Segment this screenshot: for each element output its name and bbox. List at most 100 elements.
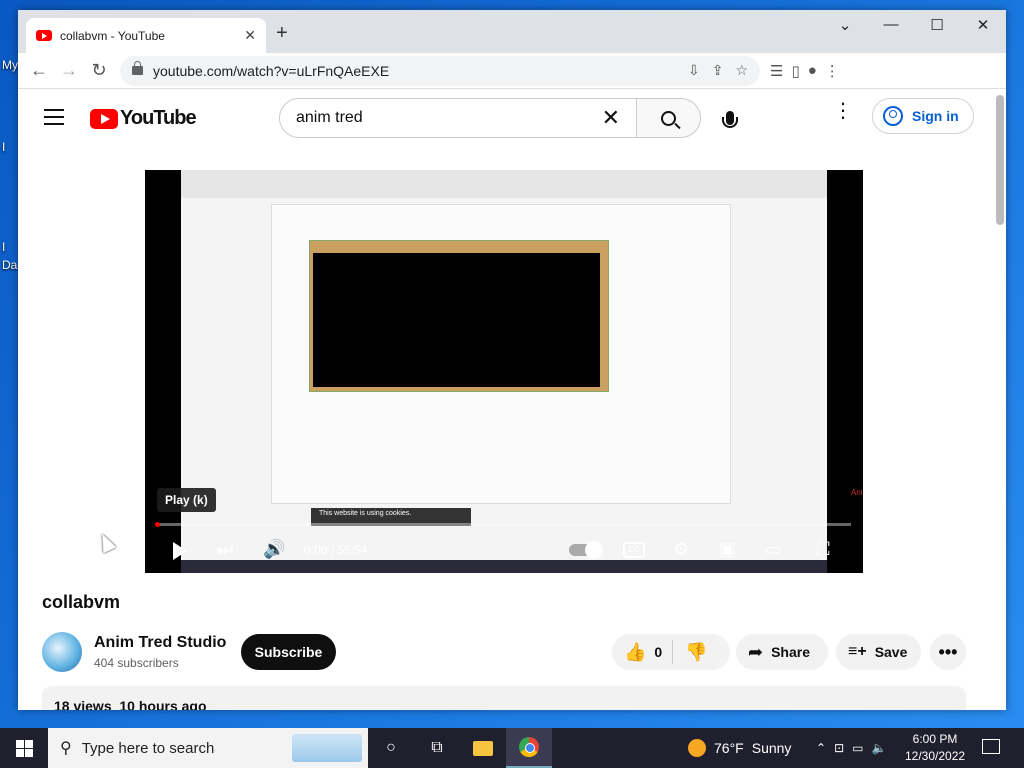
share-page-icon[interactable]: ⇪ (712, 62, 724, 79)
desktop-icon-label[interactable]: I (2, 140, 5, 154)
youtube-logo-icon (90, 108, 118, 129)
sun-icon (688, 739, 706, 757)
video-content: This website is using cookies. AnimTred (181, 170, 863, 560)
next-icon[interactable]: ⏭ (217, 539, 233, 560)
tab-title: collabvm - YouTube (60, 28, 165, 43)
speaker-icon[interactable]: 🔈 (871, 741, 886, 755)
tab-close-icon[interactable]: ✕ (244, 27, 256, 44)
close-window-button[interactable]: ✕ (968, 16, 998, 34)
sign-in-label: Sign in (912, 108, 959, 124)
play-tooltip: Play (k) (157, 488, 216, 512)
desktop-icon-label[interactable]: I (2, 240, 5, 254)
task-view-icon[interactable]: ⧉ (414, 728, 460, 768)
channel-name[interactable]: Anim Tred Studio (94, 634, 226, 652)
search-input[interactable]: anim tred ✕ (279, 98, 637, 138)
back-button[interactable]: ← (24, 60, 54, 81)
side-panel-icon[interactable]: ▯ (791, 62, 799, 80)
forward-button[interactable]: → (54, 60, 84, 81)
desktop-icon-label[interactable]: Da (2, 258, 17, 272)
progress-bar[interactable] (155, 522, 851, 527)
address-bar[interactable]: youtube.com/watch?v=uLrFnQAeEXE ⇩ ⇪ ☆ (120, 55, 760, 86)
save-button[interactable]: ≡+ Save (836, 634, 921, 670)
description-box[interactable]: 18 views 10 hours ago (42, 686, 966, 710)
video-watermark: AnimTred (851, 488, 863, 497)
volume-icon[interactable]: 🔊 (263, 539, 285, 560)
microphone-icon (722, 111, 738, 128)
settings-more-icon[interactable]: ⋮ (833, 101, 853, 121)
play-icon (173, 542, 187, 560)
youtube-header: YouTube anim tred ✕ ⋮ Sign in (18, 89, 1006, 225)
network-icon[interactable]: ⊡ (834, 741, 844, 755)
tab-search-icon[interactable]: ⌄ (830, 16, 860, 34)
search-icon: ⚲ (60, 740, 72, 757)
clock[interactable]: 6:00 PM 12/30/2022 (905, 731, 965, 765)
play-button[interactable] (173, 542, 187, 560)
browser-menu-icon[interactable]: ⋮ (825, 62, 840, 80)
reload-button[interactable]: ↻ (84, 60, 114, 81)
file-explorer-icon[interactable] (460, 728, 506, 768)
more-actions-button[interactable]: ••• (930, 634, 966, 670)
maximize-button[interactable]: ☐ (922, 16, 952, 34)
upload-date: 10 hours ago (119, 698, 207, 710)
video-frame: This website is using cookies. AnimTred (181, 170, 863, 573)
fullscreen-icon[interactable]: ⛶ (817, 539, 830, 560)
clear-search-icon[interactable]: ✕ (602, 105, 620, 131)
youtube-favicon-icon (36, 30, 52, 41)
subscriber-count: 404 subscribers (94, 656, 179, 670)
desktop-icon-label[interactable]: My (2, 58, 18, 72)
thumbs-up-icon[interactable]: 👍 (624, 642, 646, 663)
search-query: anim tred (296, 109, 363, 126)
youtube-page: YouTube anim tred ✕ ⋮ Sign in This websi… (18, 89, 1006, 710)
share-label: Share (771, 644, 811, 660)
account-icon (883, 106, 903, 126)
miniplayer-icon[interactable]: ▣ (719, 539, 736, 560)
voice-search-button[interactable] (710, 98, 750, 138)
search-button[interactable] (637, 98, 701, 138)
video-player[interactable]: This website is using cookies. AnimTred … (145, 170, 863, 573)
page-scrollbar[interactable] (996, 95, 1004, 225)
like-count[interactable]: 0 (654, 644, 662, 660)
start-button[interactable] (0, 728, 48, 768)
channel-avatar[interactable] (42, 632, 82, 672)
sign-in-button[interactable]: Sign in (872, 98, 974, 134)
share-button[interactable]: ➦ Share (736, 634, 828, 670)
tab-youtube[interactable]: collabvm - YouTube ✕ (26, 18, 266, 53)
theater-mode-icon[interactable]: ▭ (765, 539, 782, 560)
windows-logo-icon (15, 739, 33, 757)
reading-list-icon[interactable]: ☰ (770, 62, 783, 80)
tray-chevron-icon[interactable]: ⌃ (816, 741, 826, 755)
cortana-icon[interactable]: ○ (368, 728, 414, 768)
chrome-taskbar-icon[interactable] (506, 728, 552, 768)
subscribe-button[interactable]: Subscribe (241, 634, 336, 670)
progress-scrubber[interactable] (155, 522, 160, 527)
minimize-button[interactable]: — (876, 16, 906, 33)
like-dislike-group: 👍 0 👎 (612, 634, 730, 670)
captions-icon[interactable]: CC (623, 542, 645, 558)
taskbar-search[interactable]: ⚲ Type here to search (48, 728, 368, 768)
player-controls: ⏭ 🔊 0:00 / 55:54 CC ⚙ ▣ ▭ ⛶ (145, 529, 863, 573)
time-display: 0:00 / 55:54 (304, 543, 368, 557)
clock-time: 6:00 PM (912, 732, 958, 746)
url-text: youtube.com/watch?v=uLrFnQAeEXE (153, 62, 390, 79)
settings-gear-icon[interactable]: ⚙ (673, 539, 689, 560)
search-highlight-art (292, 734, 362, 762)
profile-icon[interactable]: ● (808, 62, 817, 80)
playlist-add-icon: ≡+ (848, 643, 867, 660)
browser-window: collabvm - YouTube ✕ + ⌄ — ☐ ✕ ← → ↻ you… (18, 10, 1006, 710)
video-title: collabvm (42, 592, 121, 612)
install-icon[interactable]: ⇩ (688, 62, 700, 79)
hamburger-menu-icon[interactable] (44, 109, 64, 130)
thumbs-down-icon[interactable]: 👎 (685, 642, 707, 663)
weather-temp: 76°F (714, 740, 744, 756)
browser-toolbar: ← → ↻ youtube.com/watch?v=uLrFnQAeEXE ⇩ … (18, 53, 1006, 89)
new-tab-button[interactable]: + (276, 22, 288, 45)
bookmark-star-icon[interactable]: ☆ (735, 62, 748, 79)
youtube-logo[interactable]: YouTube (90, 107, 197, 130)
notification-icon[interactable] (982, 739, 1000, 754)
lock-icon[interactable] (132, 61, 143, 75)
taskbar: ⚲ Type here to search ○ ⧉ 76°F Sunny ⌃ ⊡… (0, 728, 1024, 768)
save-label: Save (874, 644, 908, 660)
display-icon[interactable]: ▭ (852, 741, 863, 755)
weather-widget[interactable]: 76°F Sunny (688, 728, 791, 768)
autoplay-toggle[interactable] (569, 541, 603, 559)
